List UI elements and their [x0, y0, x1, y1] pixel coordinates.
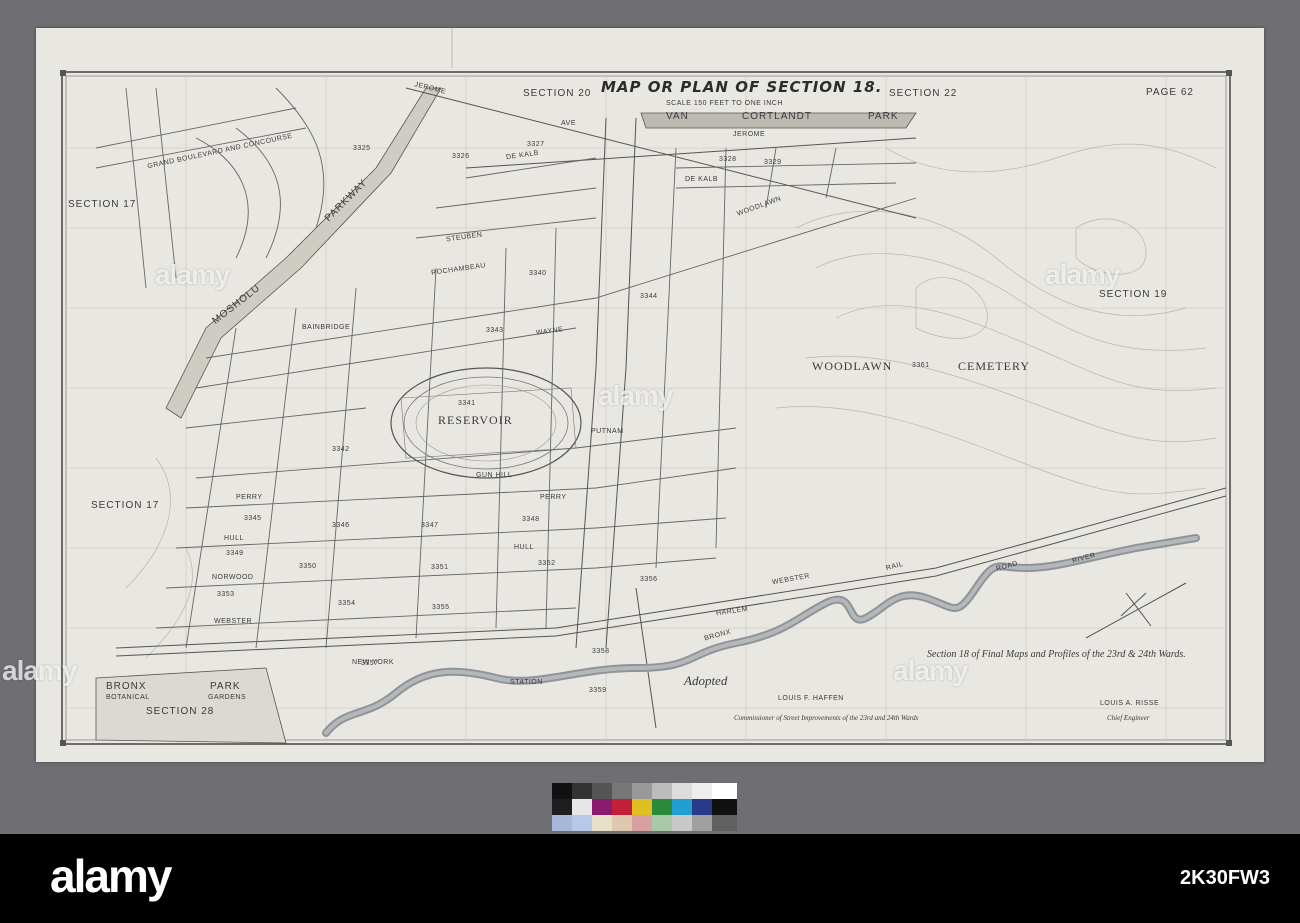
engineer-name: LOUIS A. RISSE: [1100, 700, 1160, 707]
block-number: 3340: [529, 270, 547, 277]
block-number: 3353: [217, 591, 235, 598]
block-number: 3351: [431, 564, 449, 571]
bronx-label: BRONX: [106, 681, 147, 692]
street-jerome-ave: JEROME: [733, 131, 766, 138]
cortlandt-label: CORTLANDT: [742, 111, 812, 122]
van-label: VAN: [666, 111, 689, 122]
woodlawn-label: WOODLAWN: [812, 359, 893, 373]
block-number: 3348: [522, 516, 540, 523]
block-number: 3349: [226, 550, 244, 557]
block-number: 3354: [338, 600, 356, 607]
street-perry-east: PERRY: [540, 494, 567, 501]
watermark-alamy: alamy: [155, 259, 230, 290]
street-webster: WEBSTER: [214, 618, 253, 625]
section-17-top-label: SECTION 17: [68, 199, 137, 210]
stock-footer-bar: alamy 2K30FW3: [0, 834, 1300, 923]
section-28-label: SECTION 28: [146, 706, 215, 717]
color-swatches: [552, 783, 737, 831]
engineer-title: Chief Engineer: [1107, 714, 1150, 722]
watermark-alamy: alamy: [1045, 259, 1120, 290]
block-number: 3326: [452, 153, 470, 160]
block-number: 3329: [764, 159, 782, 166]
cemetery-label: CEMETERY: [958, 359, 1031, 373]
color-calibration-strip: [552, 783, 737, 831]
commissioner-title: Commissioner of Street Improvements of t…: [734, 714, 919, 722]
section-19-label: SECTION 19: [1099, 289, 1168, 300]
block-number: 3341: [458, 400, 476, 407]
block-number: 3344: [640, 293, 658, 300]
block-number: 3347: [421, 522, 439, 529]
map-scale: SCALE 150 FEET TO ONE INCH: [666, 100, 783, 107]
gardens-label: GARDENS: [208, 694, 247, 701]
block-number: 3350: [299, 563, 317, 570]
street-putnam: PUTNAM: [591, 428, 624, 435]
alamy-logo: alamy: [50, 850, 172, 902]
block-number: 3361: [912, 362, 930, 369]
reservoir-label: RESERVOIR: [438, 413, 513, 427]
street-gun-hill: GUN HILL: [476, 472, 513, 479]
block-number: 3325: [353, 145, 371, 152]
bronx-park-label: PARK: [210, 681, 241, 692]
street-norwood: NORWOOD: [212, 574, 254, 581]
block-number: 3327: [527, 141, 545, 148]
watermark-alamy: alamy: [893, 655, 968, 686]
image-id: 2K30FW3: [1180, 867, 1271, 889]
block-number: 3358: [592, 648, 610, 655]
block-number: 3346: [332, 522, 350, 529]
section-20-label: SECTION 20: [523, 88, 592, 99]
adopted-label: Adopted: [684, 673, 728, 688]
street-hull-east: HULL: [514, 544, 534, 551]
block-number: 3345: [244, 515, 262, 522]
block-number: 3352: [538, 560, 556, 567]
block-number: 3356: [640, 576, 658, 583]
page-number: PAGE 62: [1146, 87, 1194, 98]
block-number: 3355: [432, 604, 450, 611]
map-title: MAP OR PLAN OF SECTION 18.: [601, 78, 883, 96]
botanical-label: BOTANICAL: [106, 694, 150, 701]
commissioner-name: LOUIS F. HAFFEN: [778, 695, 844, 702]
section-17-mid-label: SECTION 17: [91, 500, 160, 511]
section-22-label: SECTION 22: [889, 88, 958, 99]
street-bainbridge: BAINBRIDGE: [302, 324, 351, 331]
block-number: 3357: [361, 660, 379, 667]
block-number: 3342: [332, 446, 350, 453]
block-number: 3343: [486, 327, 504, 334]
street-station: STATION: [510, 679, 543, 686]
watermark-alamy: alamy: [598, 380, 673, 411]
street-de-kalb-east: DE KALB: [685, 176, 719, 183]
park-label: PARK: [868, 111, 899, 122]
block-number: 3328: [719, 156, 737, 163]
block-number: 3359: [589, 687, 607, 694]
street-perry: PERRY: [236, 494, 263, 501]
watermark-alamy: alamy: [2, 655, 77, 686]
street-hull: HULL: [224, 535, 244, 542]
street-ave: AVE: [561, 120, 576, 127]
